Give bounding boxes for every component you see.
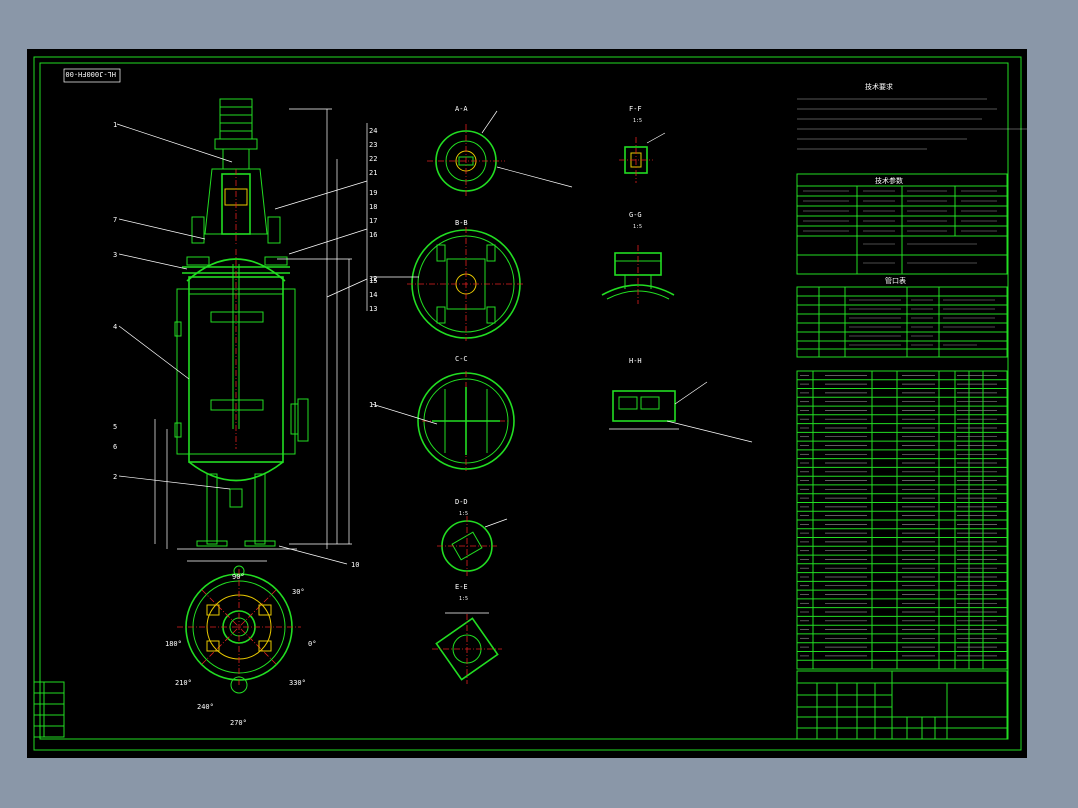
svg-text:1:5: 1:5 — [633, 118, 642, 124]
svg-text:19: 19 — [369, 189, 377, 197]
svg-text:B-B: B-B — [455, 219, 468, 227]
drawing-stamp: HL-J000FH-00 — [65, 70, 116, 78]
svg-text:1: 1 — [113, 121, 117, 129]
svg-text:12: 12 — [369, 275, 377, 283]
svg-text:24: 24 — [369, 127, 377, 135]
svg-text:10: 10 — [351, 561, 359, 569]
parts-list-table — [796, 370, 1008, 670]
svg-text:技术要求: 技术要求 — [865, 82, 893, 91]
svg-text:210°: 210° — [175, 679, 192, 687]
svg-text:23: 23 — [369, 141, 377, 149]
svg-text:7: 7 — [113, 216, 117, 224]
section-c-c: C-C 11 — [369, 355, 515, 471]
svg-text:30°: 30° — [292, 588, 305, 596]
svg-text:240°: 240° — [197, 703, 214, 711]
svg-text:17: 17 — [369, 217, 377, 225]
left-callouts: 1 7 3 4 5 6 2 — [113, 121, 233, 490]
svg-text:5: 5 — [113, 423, 117, 431]
svg-text:11: 11 — [369, 401, 377, 409]
section-a-a: A-A — [427, 105, 573, 197]
nozzle-table: 管口表 — [796, 276, 1008, 358]
section-e-e: E-E 1:5 — [432, 583, 502, 684]
plan-view: 90° 180° 0° 270° 330° 240° 210° 30° — [165, 565, 316, 727]
cad-drawing: .g{stroke:#22dd22;fill:none;stroke-width… — [33, 56, 1027, 751]
svg-text:4: 4 — [113, 323, 117, 331]
section-h-h: H-H — [609, 357, 753, 443]
svg-text:H-H: H-H — [629, 357, 642, 365]
svg-text:6: 6 — [113, 443, 117, 451]
outer-frame — [33, 56, 1022, 751]
svg-text:0°: 0° — [308, 640, 316, 648]
svg-text:管口表: 管口表 — [885, 276, 906, 285]
svg-text:330°: 330° — [289, 679, 306, 687]
svg-text:A-A: A-A — [455, 105, 468, 113]
svg-text:90°: 90° — [232, 573, 245, 581]
svg-text:3: 3 — [113, 251, 117, 259]
svg-text:16: 16 — [369, 231, 377, 239]
right-callouts: 24 23 22 21 19 18 17 16 15 14 13 10 — [274, 123, 377, 569]
svg-text:180°: 180° — [165, 640, 182, 648]
section-b-b: B-B 12 — [369, 219, 525, 341]
svg-text:技术参数: 技术参数 — [875, 176, 903, 185]
svg-text:1:5: 1:5 — [633, 224, 642, 230]
tech-requirements: 技术要求 — [797, 82, 1027, 150]
svg-text:14: 14 — [369, 291, 377, 299]
section-d-d: D-D 1:5 — [437, 498, 508, 576]
revision-strip — [33, 681, 65, 738]
svg-text:2: 2 — [113, 473, 117, 481]
section-f-f: F-F 1:5 — [619, 105, 666, 183]
tech-params-table: 技术参数 — [796, 173, 1008, 275]
vessel-elevation — [154, 98, 352, 562]
svg-text:E-E: E-E — [455, 583, 468, 591]
section-g-g: G-G 1:5 — [601, 211, 675, 304]
svg-text:C-C: C-C — [455, 355, 468, 363]
svg-text:270°: 270° — [230, 719, 247, 727]
svg-text:1:5: 1:5 — [459, 596, 468, 602]
svg-text:D-D: D-D — [455, 498, 468, 506]
inner-frame — [39, 62, 1009, 740]
svg-text:F-F: F-F — [629, 105, 642, 113]
svg-text:G-G: G-G — [629, 211, 642, 219]
svg-text:21: 21 — [369, 169, 377, 177]
svg-text:13: 13 — [369, 305, 377, 313]
svg-text:22: 22 — [369, 155, 377, 163]
svg-text:18: 18 — [369, 203, 377, 211]
title-block — [796, 670, 1008, 740]
drawing-sheet: .g{stroke:#22dd22;fill:none;stroke-width… — [27, 49, 1027, 758]
